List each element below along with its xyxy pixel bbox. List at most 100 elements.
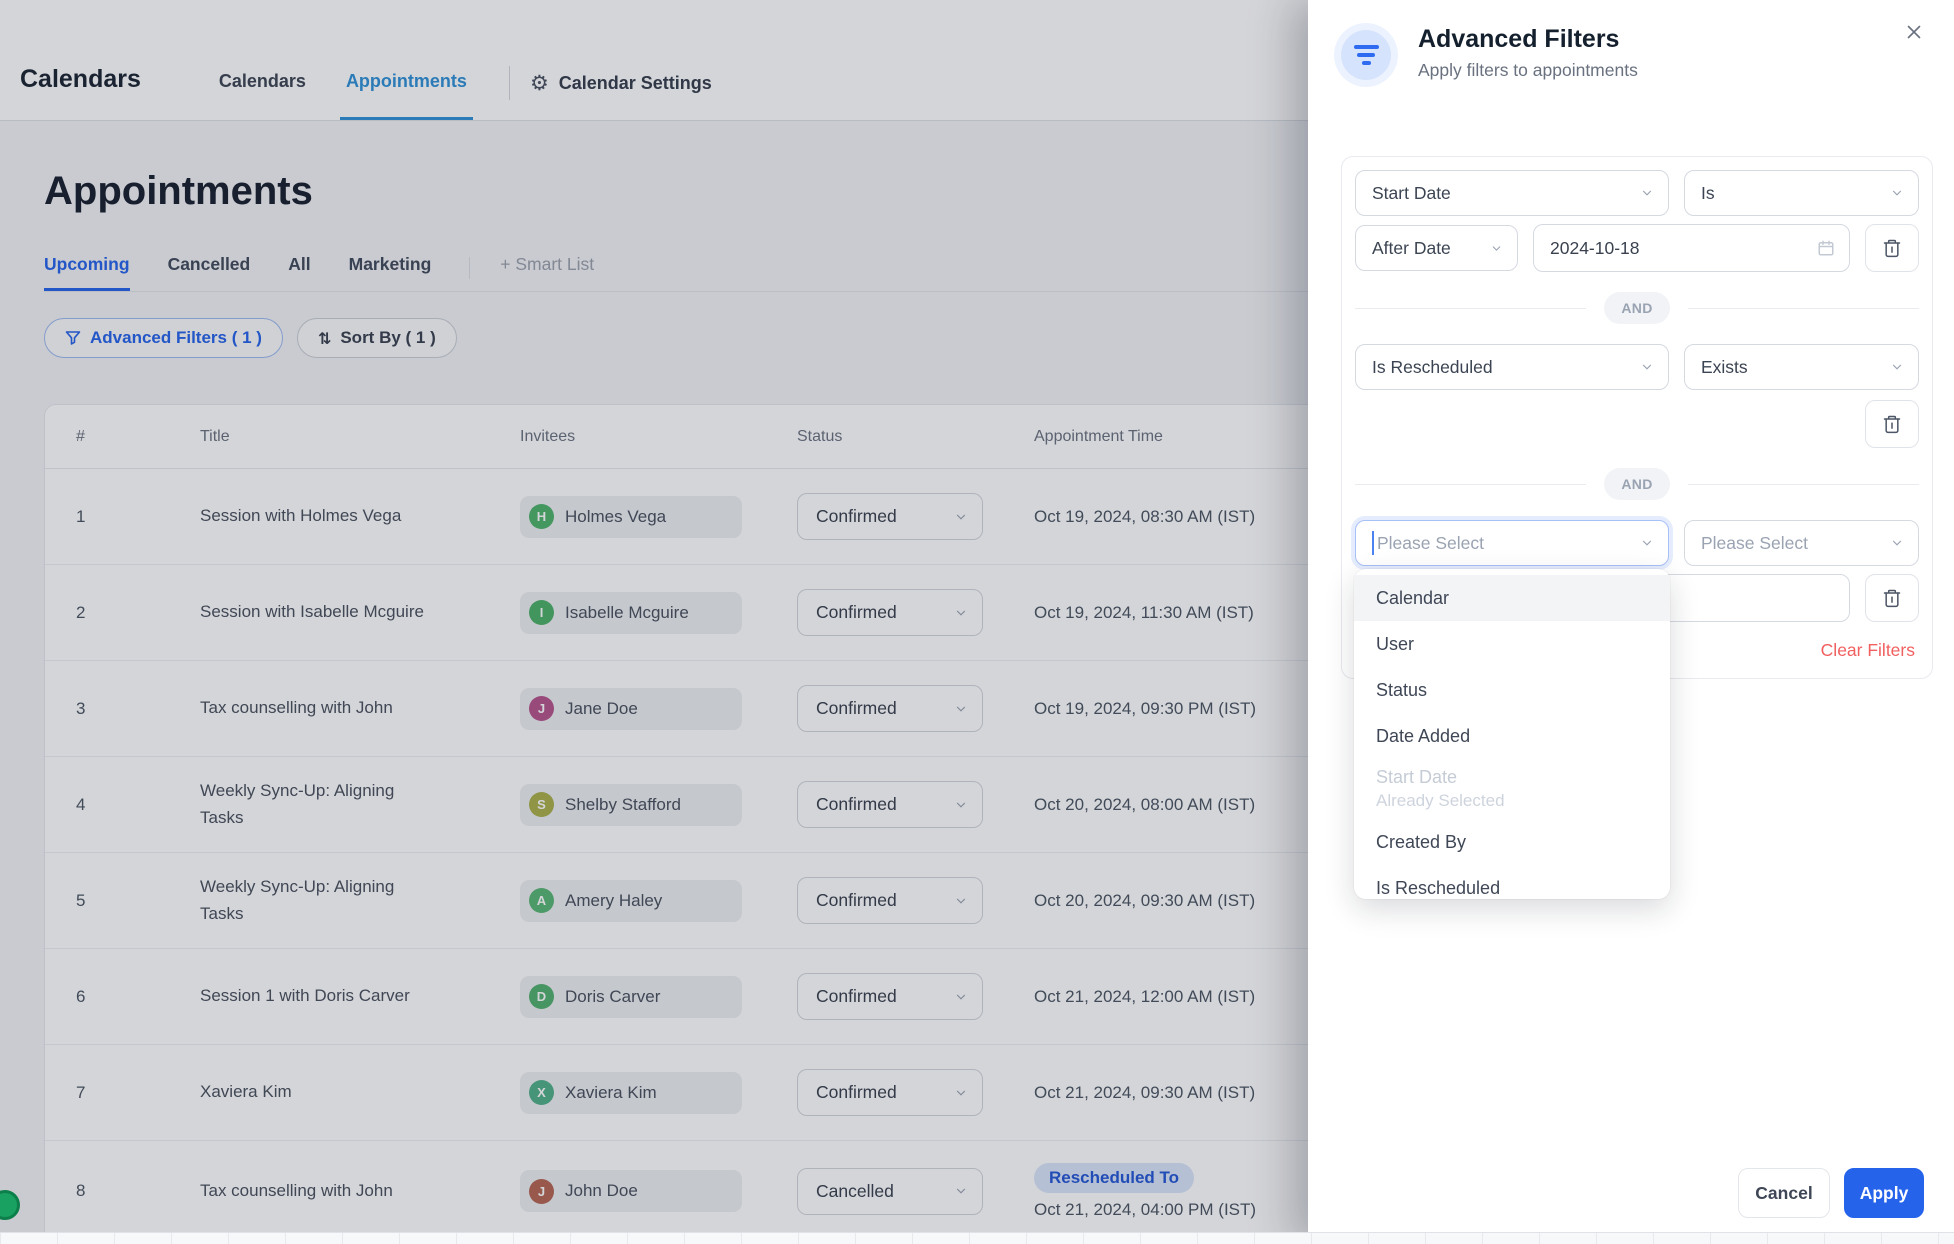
calendar-icon	[1817, 239, 1835, 257]
row-number: 4	[45, 757, 200, 852]
date-value-input[interactable]: 2024-10-18	[1533, 224, 1850, 272]
status-select[interactable]: Confirmed	[797, 685, 983, 732]
nav-tab-appointments[interactable]: Appointments	[340, 71, 473, 120]
delete-filter-button-3[interactable]	[1865, 574, 1919, 622]
field-dropdown-menu: CalendarUserStatusDate Added Start Date …	[1354, 569, 1670, 899]
delete-filter-button-1[interactable]	[1865, 224, 1919, 272]
text-cursor	[1372, 531, 1374, 555]
modifier-select-1[interactable]: After Date	[1355, 225, 1518, 271]
gear-icon: ⚙	[530, 73, 549, 94]
invitee-name: John Doe	[565, 1181, 638, 1201]
menu-item[interactable]: Is Rescheduled	[1354, 865, 1670, 899]
appointment-time: Oct 21, 2024, 09:30 AM (IST)	[1034, 1083, 1265, 1103]
column-header: Invitees	[520, 405, 797, 468]
status-select[interactable]: Cancelled	[797, 1168, 983, 1215]
advanced-filters-button[interactable]: Advanced Filters ( 1 )	[44, 318, 283, 358]
avatar: A	[529, 888, 554, 913]
delete-filter-button-2[interactable]	[1865, 400, 1919, 448]
status-select[interactable]: Confirmed	[797, 1069, 983, 1116]
menu-item[interactable]: User	[1354, 621, 1670, 667]
cancel-button[interactable]: Cancel	[1738, 1168, 1830, 1218]
row-number: 8	[45, 1141, 200, 1241]
status-select[interactable]: Confirmed	[797, 973, 983, 1020]
funnel-icon	[65, 330, 81, 346]
trash-icon	[1882, 588, 1902, 608]
appointment-title: Tax counselling with John	[200, 695, 473, 721]
field-select-1[interactable]: Start Date	[1355, 170, 1669, 216]
status-value: Confirmed	[816, 506, 897, 527]
appointment-title: Weekly Sync-Up: Aligning Tasks	[200, 874, 520, 927]
invitee-chip: S Shelby Stafford	[520, 784, 742, 826]
appointment-title: Session with Holmes Vega	[200, 503, 481, 529]
invitee-chip: I Isabelle Mcguire	[520, 592, 742, 634]
tab-upcoming[interactable]: Upcoming	[44, 254, 130, 291]
avatar: H	[529, 504, 554, 529]
invitee-chip: J Jane Doe	[520, 688, 742, 730]
calendar-settings-label: Calendar Settings	[559, 73, 712, 94]
close-icon[interactable]	[1900, 18, 1928, 46]
appointment-title: Session with Isabelle Mcguire	[200, 599, 504, 625]
status-value: Confirmed	[816, 986, 897, 1007]
chevron-down-icon	[1640, 186, 1654, 200]
avatar: S	[529, 792, 554, 817]
invitee-name: Holmes Vega	[565, 507, 666, 527]
nav-divider	[509, 66, 510, 100]
panel-title: Advanced Filters	[1418, 25, 1638, 54]
chevron-down-icon	[954, 990, 968, 1004]
chevron-down-icon	[1640, 360, 1654, 374]
and-divider: AND	[1355, 292, 1919, 324]
panel-footer: Cancel Apply	[1738, 1168, 1924, 1218]
status-select[interactable]: Confirmed	[797, 589, 983, 636]
add-smart-list-button[interactable]: + Smart List	[500, 254, 594, 291]
and-divider: AND	[1355, 468, 1919, 500]
status-value: Cancelled	[816, 1181, 894, 1202]
apply-button[interactable]: Apply	[1844, 1168, 1924, 1218]
row-number: 6	[45, 949, 200, 1044]
and-label: AND	[1604, 292, 1669, 324]
menu-item[interactable]: Created By	[1354, 819, 1670, 865]
rescheduled-badge: Rescheduled To	[1034, 1163, 1194, 1193]
column-header: #	[45, 405, 200, 468]
tab-cancelled[interactable]: Cancelled	[168, 254, 251, 291]
menu-item[interactable]: Calendar	[1354, 575, 1670, 621]
tab-all[interactable]: All	[288, 254, 310, 291]
field-select-3-focused[interactable]: Please Select	[1355, 520, 1669, 566]
appointment-time: Oct 19, 2024, 08:30 AM (IST)	[1034, 507, 1265, 527]
appointment-title: Tax counselling with John	[200, 1178, 473, 1204]
panel-body: Start Date Is After Date 2024-10-18	[1341, 156, 1933, 679]
operator-select-3[interactable]: Please Select	[1684, 520, 1919, 566]
status-select[interactable]: Confirmed	[797, 781, 983, 828]
clear-filters-link[interactable]: Clear Filters	[1821, 640, 1915, 660]
calendar-settings-link[interactable]: ⚙ Calendar Settings	[530, 73, 712, 120]
operator-select-1[interactable]: Is	[1684, 170, 1919, 216]
avatar: D	[529, 984, 554, 1009]
menu-item-disabled: Start Date Already Selected	[1354, 759, 1670, 819]
status-value: Confirmed	[816, 1082, 897, 1103]
field-select-2[interactable]: Is Rescheduled	[1355, 344, 1669, 390]
tab-marketing[interactable]: Marketing	[349, 254, 432, 291]
invitee-chip: D Doris Carver	[520, 976, 742, 1018]
filter-lines-icon	[1334, 23, 1398, 87]
column-header: Title	[200, 405, 520, 468]
status-select[interactable]: Confirmed	[797, 877, 983, 924]
invitee-chip: X Xaviera Kim	[520, 1072, 742, 1114]
sort-by-button[interactable]: ⇅ Sort By ( 1 )	[297, 318, 457, 358]
invitee-name: Jane Doe	[565, 699, 638, 719]
appointment-time: Oct 19, 2024, 09:30 PM (IST)	[1034, 699, 1266, 719]
avatar: I	[529, 600, 554, 625]
chevron-down-icon	[1490, 242, 1503, 255]
menu-item[interactable]: Date Added	[1354, 713, 1670, 759]
status-select[interactable]: Confirmed	[797, 493, 983, 540]
chevron-down-icon	[954, 510, 968, 524]
bottom-table-strip	[0, 1232, 1954, 1244]
nav-tab-calendars[interactable]: Calendars	[213, 71, 312, 120]
panel-header: Advanced Filters Apply filters to appoin…	[1308, 0, 1954, 87]
menu-item[interactable]: Status	[1354, 667, 1670, 713]
invitee-name: Shelby Stafford	[565, 795, 681, 815]
avatar: J	[529, 1179, 554, 1204]
operator-select-2[interactable]: Exists	[1684, 344, 1919, 390]
row-number: 7	[45, 1045, 200, 1140]
invitee-chip: J John Doe	[520, 1170, 742, 1212]
app-window: Calendars Calendars Appointments ⚙ Calen…	[0, 0, 1954, 1244]
status-value: Confirmed	[816, 890, 897, 911]
